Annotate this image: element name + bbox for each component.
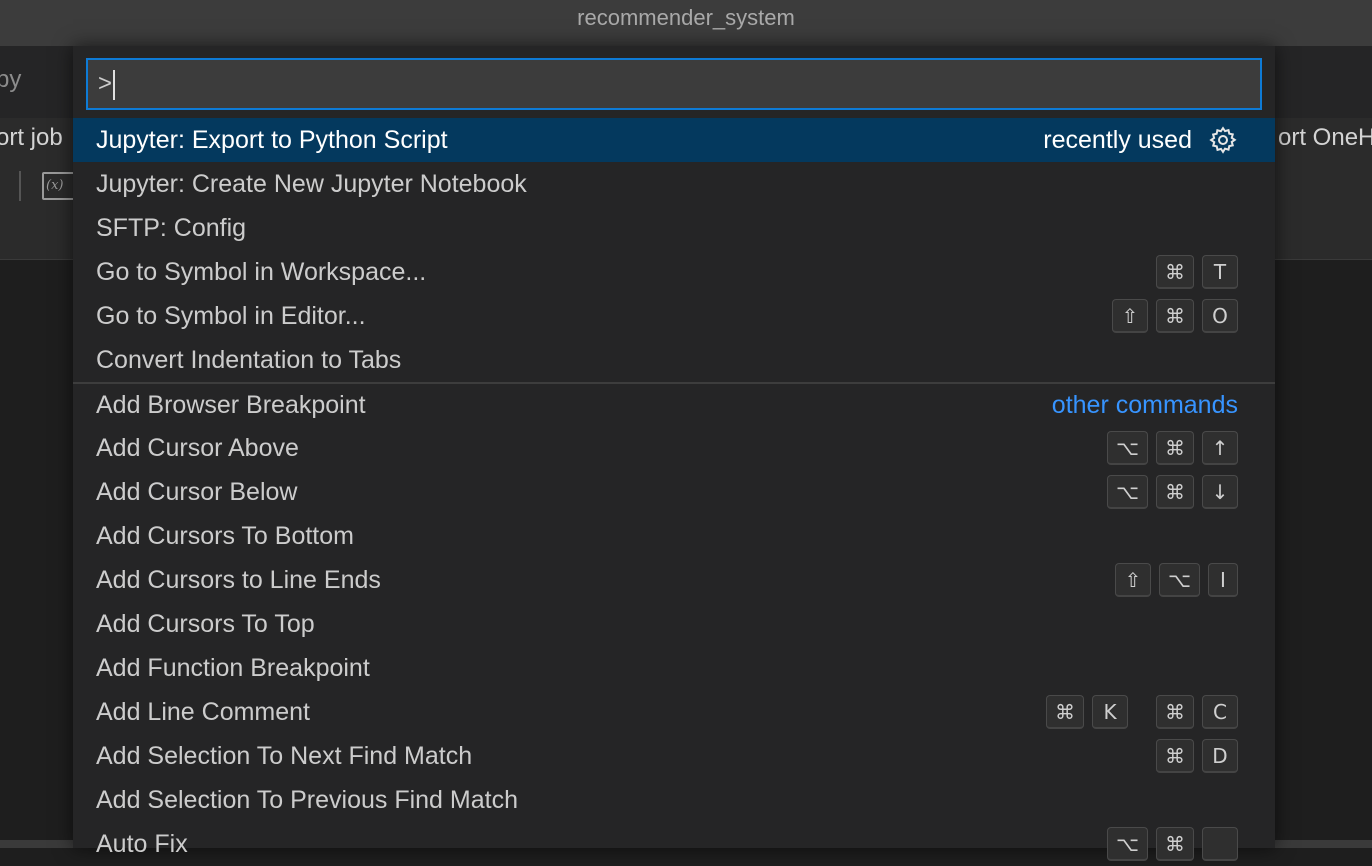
command-label: Auto Fix <box>96 829 188 858</box>
keybinding-key: C <box>1202 695 1238 729</box>
keybinding-key: T <box>1202 255 1238 289</box>
keybinding-key: ⇧ <box>1114 563 1151 597</box>
command-palette: > Jupyter: Export to Python Script recent… <box>73 46 1275 861</box>
command-meta: ⌥ ⌘ <box>1106 827 1238 861</box>
command-label: Convert Indentation to Tabs <box>96 345 402 374</box>
command-meta: ⌥ ⌘ ↑ <box>1106 431 1238 465</box>
keybinding-key: ⌘ <box>1046 695 1084 729</box>
toolbar-separator <box>19 171 21 201</box>
command-item-add-line-comment[interactable]: Add Line Comment ⌘ K ⌘ C <box>73 690 1275 734</box>
breadcrumb-left: ort job <box>0 124 63 151</box>
command-item-add-cursor-above[interactable]: Add Cursor Above ⌥ ⌘ ↑ <box>73 426 1275 470</box>
keybinding-key: ↓ <box>1202 475 1238 509</box>
command-meta: ⌘ K ⌘ C <box>1046 695 1238 729</box>
command-meta: ⌥ ⌘ ↓ <box>1106 475 1238 509</box>
command-meta: ⇧ ⌘ O <box>1112 299 1238 333</box>
keybinding-key: I <box>1208 563 1238 597</box>
recently-used-badge: recently used <box>1043 125 1192 154</box>
keybinding-key: ⌥ <box>1106 827 1148 861</box>
command-label: Add Selection To Next Find Match <box>96 741 473 770</box>
command-meta: ⌘ D <box>1156 739 1238 773</box>
command-palette-input-value: > <box>98 70 113 97</box>
keybinding-key: ⌘ <box>1156 475 1194 509</box>
command-item-add-cursors-to-top[interactable]: Add Cursors To Top <box>73 602 1275 646</box>
command-meta: ⇧ ⌥ I <box>1114 563 1238 597</box>
keybinding-key: ⌘ <box>1156 827 1194 861</box>
keybinding-key: D <box>1202 739 1238 773</box>
command-label: Add Cursors to Line Ends <box>96 565 381 594</box>
command-item-sftp-config[interactable]: SFTP: Config <box>73 206 1275 250</box>
command-item-go-to-symbol-in-editor[interactable]: Go to Symbol in Editor... ⇧ ⌘ O <box>73 294 1275 338</box>
text-caret <box>113 69 116 100</box>
command-meta: recently used <box>1043 125 1238 155</box>
command-list: Jupyter: Export to Python Script recently… <box>73 118 1275 866</box>
keybinding-key: ⌥ <box>1106 475 1148 509</box>
gear-icon[interactable] <box>1208 125 1238 155</box>
command-item-add-function-breakpoint[interactable]: Add Function Breakpoint <box>73 646 1275 690</box>
command-item-add-cursor-below[interactable]: Add Cursor Below ⌥ ⌘ ↓ <box>73 470 1275 514</box>
keybinding-key: K <box>1092 695 1128 729</box>
command-item-jupyter-create-new-jupyter-notebook[interactable]: Jupyter: Create New Jupyter Notebook <box>73 162 1275 206</box>
command-label: Jupyter: Export to Python Script <box>96 125 448 154</box>
command-label: Add Browser Breakpoint <box>96 390 366 419</box>
keybinding-key: ⌘ <box>1156 739 1194 773</box>
command-item-jupyter-export-to-python-script[interactable]: Jupyter: Export to Python Script recently… <box>73 118 1275 162</box>
keybinding-key: ⌘ <box>1156 255 1194 289</box>
keybinding-key: ⌘ <box>1156 299 1194 333</box>
command-item-add-selection-to-next-find-match[interactable]: Add Selection To Next Find Match ⌘ D <box>73 734 1275 778</box>
command-label: Add Cursors To Bottom <box>96 521 354 550</box>
keybinding-key <box>1202 827 1238 861</box>
keybinding-key: O <box>1202 299 1238 333</box>
editor-tab-fragment[interactable]: py <box>0 66 21 94</box>
command-palette-input[interactable]: > <box>86 58 1262 110</box>
command-label: Add Cursor Below <box>96 477 298 506</box>
command-item-add-browser-breakpoint[interactable]: Add Browser Breakpoint other commands <box>73 382 1275 426</box>
command-label: SFTP: Config <box>96 213 247 242</box>
command-label: Go to Symbol in Workspace... <box>96 257 427 286</box>
keybinding-key: ⌥ <box>1158 563 1200 597</box>
command-label: Add Selection To Previous Find Match <box>96 785 518 814</box>
command-label: Add Cursors To Top <box>96 609 315 638</box>
breadcrumb-right: ort OneH <box>1278 124 1372 151</box>
keybinding-key: ⌘ <box>1156 695 1194 729</box>
command-label: Add Line Comment <box>96 697 311 726</box>
variables-icon[interactable]: (x) <box>42 172 76 200</box>
command-item-add-selection-to-previous-find-match[interactable]: Add Selection To Previous Find Match <box>73 778 1275 822</box>
command-item-go-to-symbol-in-workspace[interactable]: Go to Symbol in Workspace... ⌘ T <box>73 250 1275 294</box>
other-commands-label: other commands <box>1051 390 1238 419</box>
keybinding-key: ⌥ <box>1106 431 1148 465</box>
command-item-add-cursors-to-line-ends[interactable]: Add Cursors to Line Ends ⇧ ⌥ I <box>73 558 1275 602</box>
command-meta: other commands <box>1052 391 1238 420</box>
command-label: Add Function Breakpoint <box>96 653 370 682</box>
command-item-auto-fix[interactable]: Auto Fix ⌥ ⌘ <box>73 822 1275 866</box>
command-label: Jupyter: Create New Jupyter Notebook <box>96 169 527 198</box>
keybinding-key: ↑ <box>1202 431 1238 465</box>
keybinding-key: ⇧ <box>1112 299 1148 333</box>
command-item-add-cursors-to-bottom[interactable]: Add Cursors To Bottom <box>73 514 1275 558</box>
keybinding-key: ⌘ <box>1156 431 1194 465</box>
command-meta: ⌘ T <box>1156 255 1238 289</box>
command-label: Add Cursor Above <box>96 433 299 462</box>
command-label: Go to Symbol in Editor... <box>96 301 366 330</box>
command-item-convert-indentation-to-tabs[interactable]: Convert Indentation to Tabs <box>73 338 1275 382</box>
window-title: recommender_system <box>0 0 1372 46</box>
